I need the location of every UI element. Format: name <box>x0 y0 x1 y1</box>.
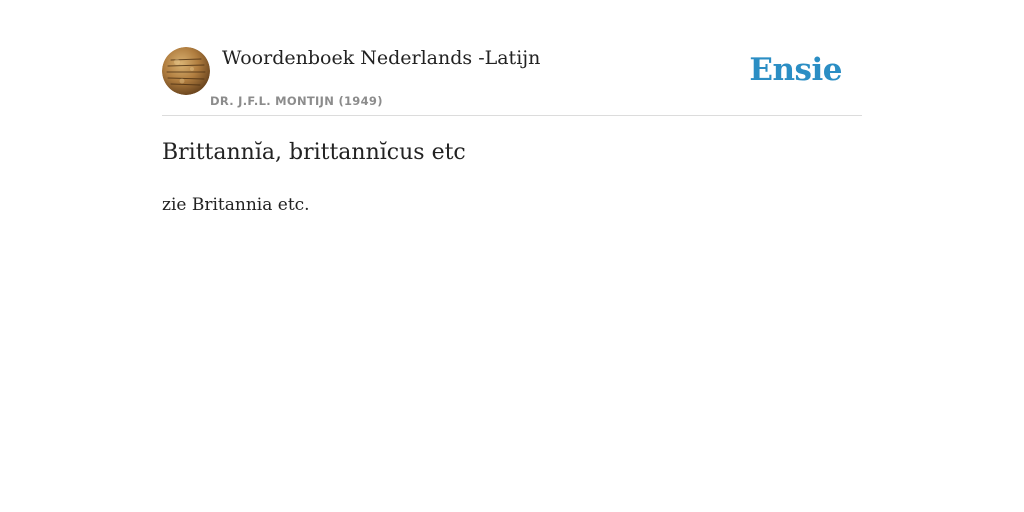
entry-headword: Brittannĭa, brittannĭcus etc <box>162 140 466 165</box>
dictionary-header: Woordenboek Nederlands -Latijn DR. J.F.L… <box>162 44 862 116</box>
dictionary-author: DR. J.F.L. MONTIJN (1949) <box>210 94 383 108</box>
inscription-coin-icon[interactable] <box>162 47 210 95</box>
page: Woordenboek Nederlands -Latijn DR. J.F.L… <box>0 0 1024 512</box>
ensie-logo-link[interactable]: Ensie <box>749 52 842 88</box>
dictionary-title-link[interactable]: Woordenboek Nederlands -Latijn <box>222 47 540 69</box>
entry-definition: zie Britannia etc. <box>162 195 310 215</box>
